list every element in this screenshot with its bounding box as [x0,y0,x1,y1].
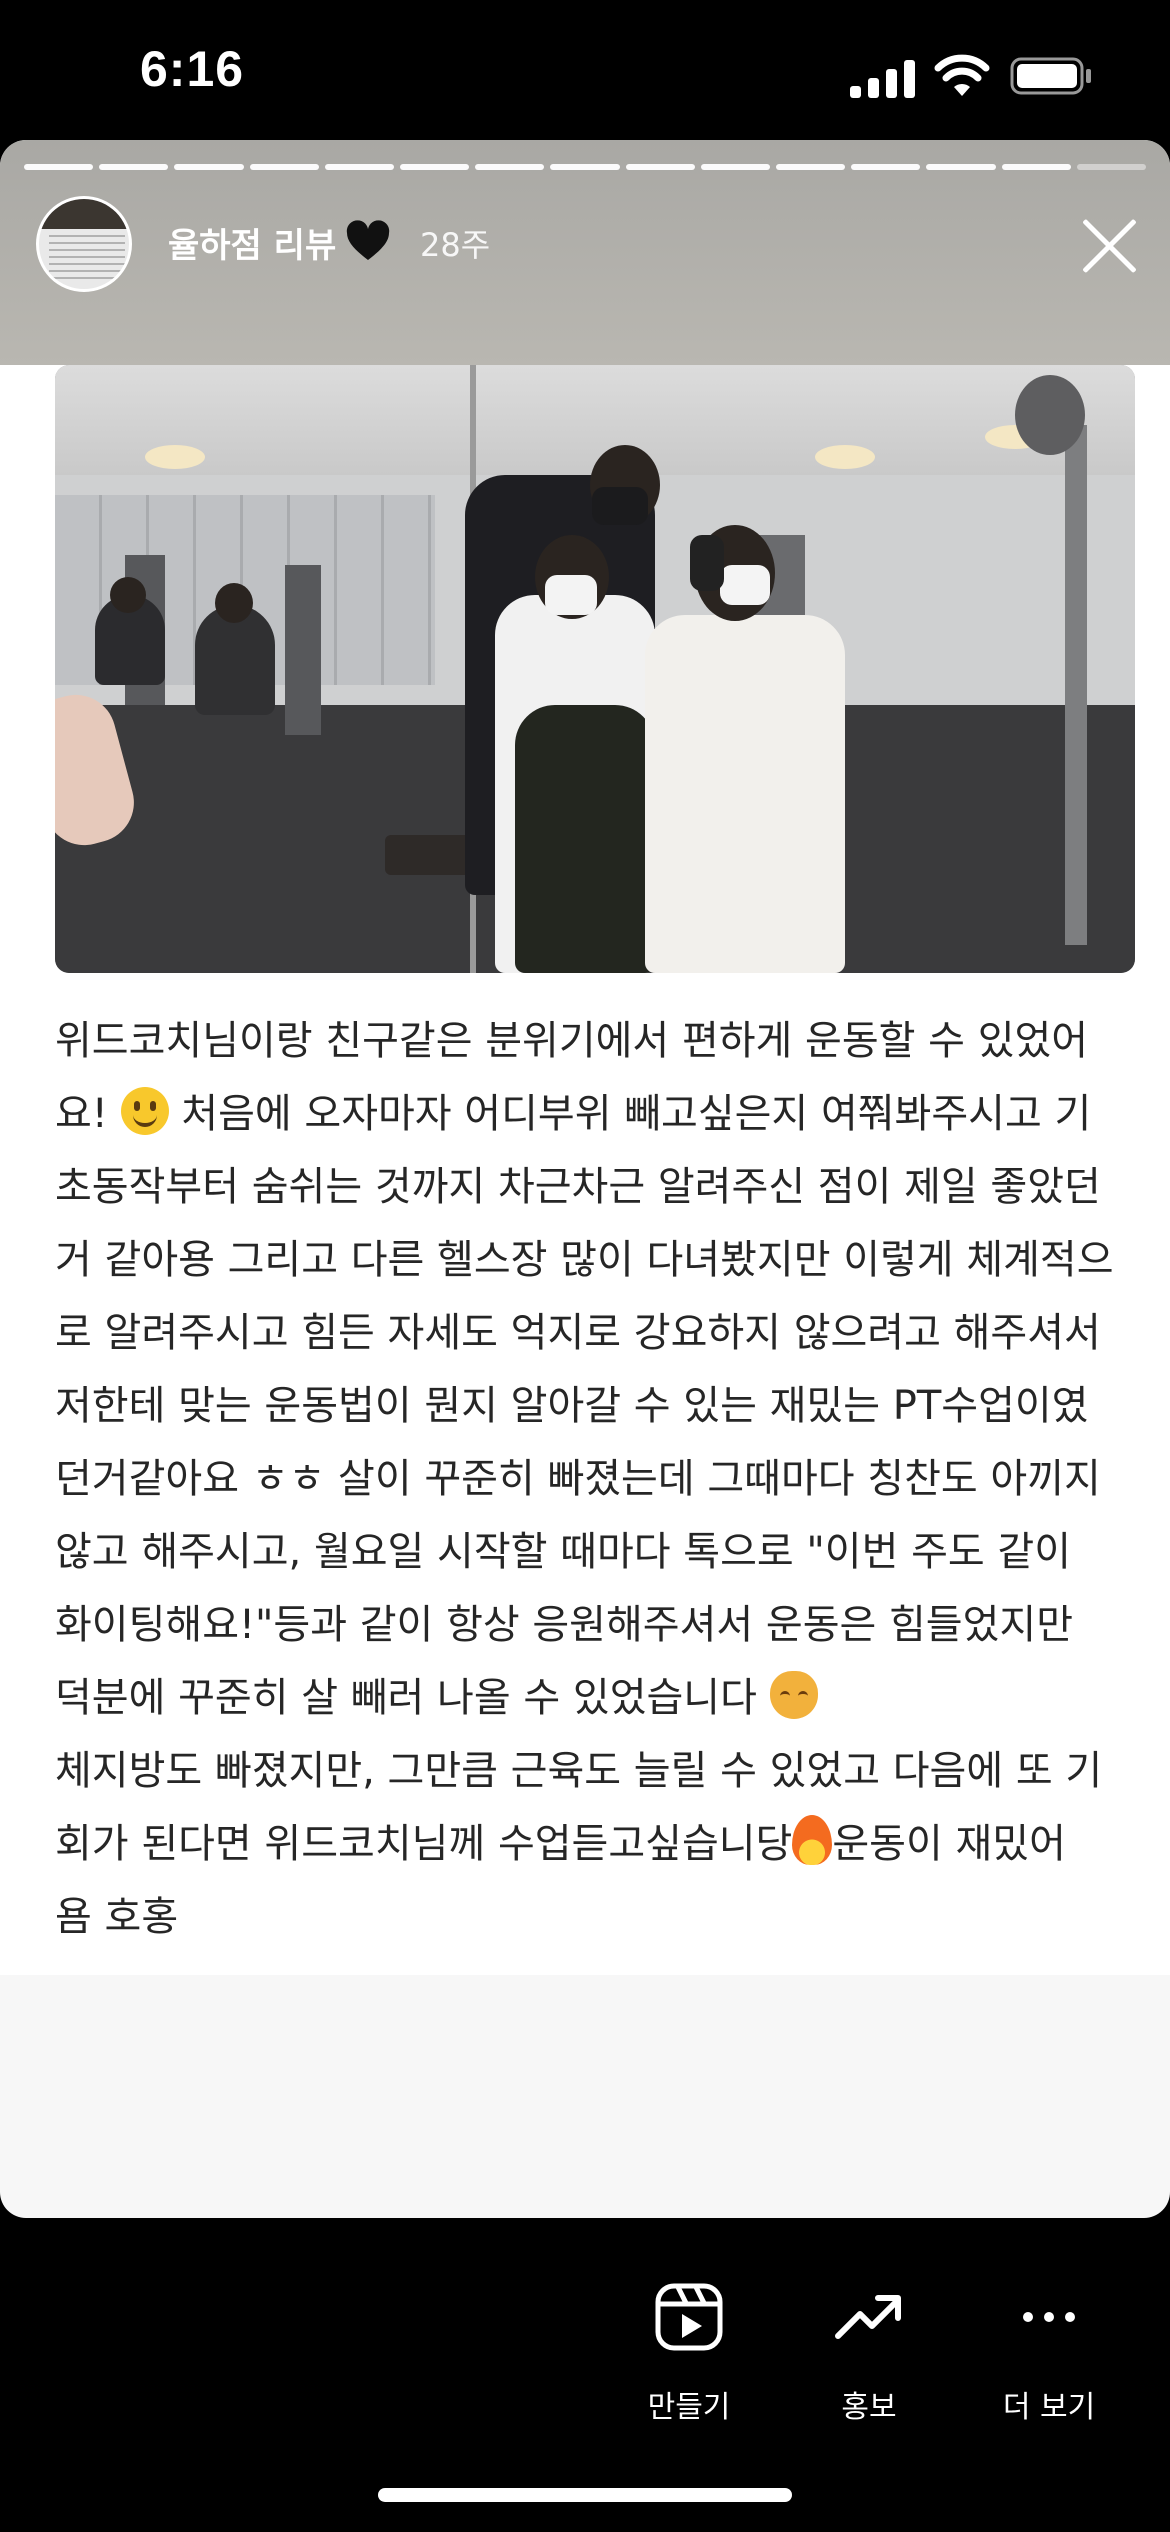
progress-segment [550,164,620,170]
review-line: 덕분에 꾸준히 살 빼러 나올 수 있었습니다 [55,1662,1135,1735]
review-line: 욤 호홍 [55,1894,179,1940]
status-time: 6:16 [140,41,245,97]
story-header: 율하점 리뷰 28주 [0,140,1170,365]
review-line: 않고 해주시고, 월요일 시작할 때마다 톡으로 "이번 주도 같이 [55,1529,1072,1575]
close-icon[interactable] [1078,214,1142,278]
wifi-icon [934,54,990,96]
story-content: 위드코치님이랑 친구같은 분위기에서 편하게 운동할 수 있었어 요! 처음에 … [0,365,1170,1975]
review-line: 위드코치님이랑 친구같은 분위기에서 편하게 운동할 수 있었어 [55,1018,1089,1064]
progress-segment [625,164,695,170]
review-line: 초동작부터 숨쉬는 것까지 차근차근 알려주신 점이 제일 좋았던 [55,1164,1101,1210]
create-button[interactable]: 만들기 [604,2282,774,2442]
avatar[interactable] [36,196,132,292]
progress-segment [400,164,470,170]
review-line: 저한테 맞는 운동법이 뭔지 알아갈 수 있는 재밌는 PT수업이였 [55,1383,1089,1429]
promote-button[interactable]: 홍보 [784,2282,954,2442]
progress-segment [324,164,395,170]
review-line: 회가 된다면 위드코치님께 수업듣고싶습니당 운동이 재밌어 [55,1808,1135,1881]
post-time: 28주 [420,226,491,264]
review-line: 요! 처음에 오자마자 어디부위 빼고싶은지 여쭤봐주시고 기 [55,1078,1135,1151]
progress-segment [776,164,846,170]
trending-up-icon [835,2295,901,2339]
reels-create-icon [655,2283,723,2351]
promote-label: 홍보 [841,2390,897,2425]
kissing-cat-emoji-icon [769,1671,818,1719]
more-button[interactable]: 더 보기 [964,2282,1134,2442]
smiling-face-emoji-icon [120,1087,169,1135]
review-line: 체지방도 빠졌지만, 그만큼 근육도 늘릴 수 있었고 다음에 또 기 [55,1748,1103,1794]
status-bar: 6:16 [0,0,1170,140]
progress-segment [1001,164,1071,170]
home-indicator[interactable] [378,2488,792,2502]
progress-segment [851,164,921,170]
review-line: 거 같아용 그리고 다른 헬스장 많이 다녀봤지만 이렇게 체계적으 [55,1237,1114,1283]
fire-emoji-icon [792,1815,833,1865]
bottom-action-bar: 만들기 홍보 더 보기 [0,2218,1170,2532]
progress-segment [24,164,94,170]
progress-segment [700,164,771,170]
review-line: 던거같아요 ㅎㅎ 살이 꾸준히 빠졌는데 그때마다 칭찬도 아끼지 [55,1456,1101,1502]
more-options-icon [1023,2312,1075,2322]
story-progress-bar [24,164,1147,170]
story-card: 위드코치님이랑 친구같은 분위기에서 편하게 운동할 수 있었어 요! 처음에 … [0,140,1170,2218]
progress-segment [1076,164,1147,170]
progress-segment [926,164,996,170]
progress-segment [475,164,545,170]
progress-segment [249,164,319,170]
review-text: 위드코치님이랑 친구같은 분위기에서 편하게 운동할 수 있었어 요! 처음에 … [55,1005,1135,1954]
review-line: 로 알려주시고 힘든 자세도 억지로 강요하지 않으려고 해주셔서 [55,1310,1101,1356]
create-label: 만들기 [647,2390,731,2425]
black-heart-icon [346,220,390,260]
progress-segment [174,164,244,170]
gym-photo [55,365,1135,973]
account-name[interactable]: 율하점 리뷰 [168,218,336,267]
cellular-signal-icon [850,58,916,98]
review-line: 화이팅해요!"등과 같이 항상 응원해주셔서 운동은 힘들었지만 [55,1602,1074,1648]
battery-icon [1010,57,1091,95]
progress-segment [99,164,169,170]
more-label: 더 보기 [1002,2390,1096,2425]
